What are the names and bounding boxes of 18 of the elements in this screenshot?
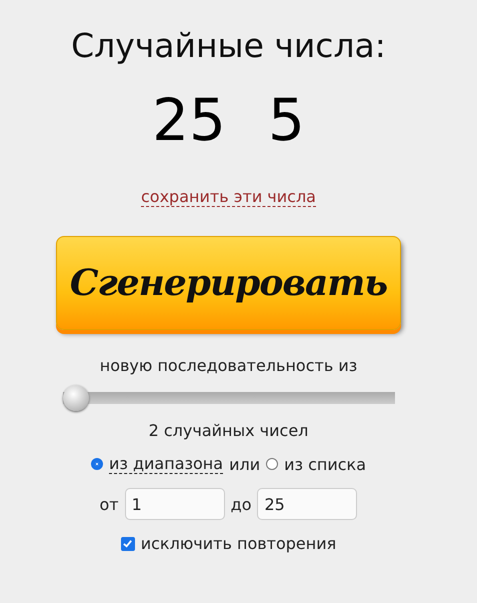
radio-button[interactable] (90, 458, 103, 470)
random-number: 5 (268, 91, 305, 149)
to-label: до (230, 494, 252, 514)
slider-handle[interactable] (62, 385, 88, 411)
connector-text: или (229, 454, 260, 474)
sequence-label: новую последовательность из (100, 356, 358, 375)
random-number: 25 (152, 91, 226, 149)
save-numbers-link[interactable]: сохранить эти числа (141, 187, 316, 207)
to-field[interactable]: 25 (257, 488, 358, 520)
count-label: 2 случайных чисел (148, 421, 308, 440)
option-label: из списка (284, 454, 366, 474)
from-label: от (100, 494, 119, 514)
radio-button[interactable] (266, 458, 278, 470)
checkbox-label: исключить повторения (140, 534, 336, 553)
checkbox[interactable] (120, 536, 135, 550)
page-title: Случайные числа: (71, 26, 386, 65)
from-field[interactable]: 1 (124, 488, 225, 520)
option-label[interactable]: из диапазона (108, 454, 224, 474)
